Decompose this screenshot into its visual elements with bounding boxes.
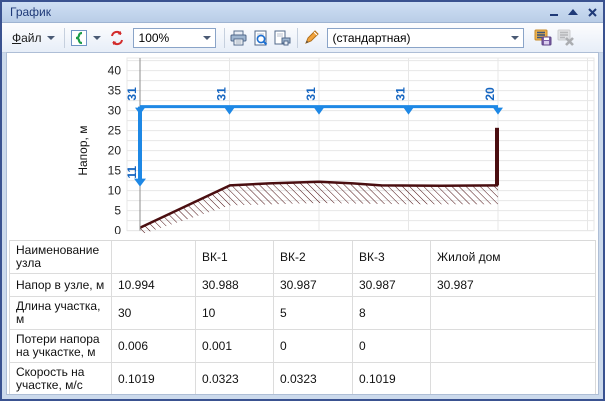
toolbar-separator [297,28,298,48]
table-row: Скорость на участке, м/с0.10190.03230.03… [10,363,595,395]
table-cell [431,363,595,395]
table-cell: ВК-3 [353,241,431,273]
graph-window: График Файл 10 [0,0,605,401]
table-cell: 0.006 [112,330,196,362]
y-tick-label: 35 [108,84,122,98]
shade-icon [568,9,578,15]
file-menu-button[interactable]: Файл [8,29,59,47]
table-cell: 30.987 [274,274,353,296]
row-label: Потери напора на учкастке, м [10,330,112,362]
y-tick-label: 15 [108,164,122,178]
edit-chart-button[interactable] [303,29,321,47]
table-cell: ВК-2 [274,241,353,273]
node-pressure-label: 31 [394,87,408,101]
zoom-dropdown-button[interactable] [200,29,215,47]
row-label: Скорость на участке, м/с [10,363,112,395]
y-tick-label: 0 [114,224,121,234]
printer-icon [230,30,247,46]
chevron-down-icon [511,36,519,40]
table-cell: 30.987 [353,274,431,296]
save-template-button[interactable] [534,29,552,47]
table-cell: 0.1019 [353,363,431,395]
title-bar[interactable]: График [2,2,603,23]
table-cell: 0.1019 [112,363,196,395]
node-pressure-label: 31 [215,87,229,101]
y-tick-label: 25 [108,124,122,138]
table-cell: 0 [353,330,431,362]
chevron-down-icon [203,36,211,40]
table-cell: 30.987 [431,274,595,296]
row-label: Длина участка, м [10,297,112,329]
y-tick-label: 5 [114,204,121,218]
profile-table: Наименование узлаВК-1ВК-2ВК-3Жилой домНа… [9,240,596,395]
chart-canvas: 0510152025303540Напор, м313131312011 [7,53,599,234]
node-pressure-label: 31 [304,87,318,101]
inlet-pressure-label: 11 [125,166,139,179]
template-dropdown-button[interactable] [508,29,523,47]
delete-template-icon [557,29,575,46]
table-cell [431,330,595,362]
table-cell: Жилой дом [431,241,595,273]
template-value: (стандартная) [328,31,508,45]
zoom-combobox[interactable]: 100% [133,28,216,48]
minimize-button[interactable] [546,5,562,19]
table-row: Длина участка, м301058 [10,297,595,330]
table-cell: 0.001 [196,330,274,362]
table-cell: 30.988 [196,274,274,296]
chart-type-button[interactable] [70,29,88,47]
row-label: Напор в узле, м [10,274,112,296]
table-cell: 0.0323 [274,363,353,395]
table-cell [112,241,196,273]
table-cell: 0 [274,330,353,362]
toolbar-separator [224,28,225,48]
table-cell: 10 [196,297,274,329]
y-tick-label: 40 [108,64,122,78]
y-axis-title: Напор, м [76,126,90,176]
file-menu-label: Файл [12,31,42,45]
page-setup-button[interactable] [274,29,292,47]
table-cell [431,297,595,329]
table-cell: 5 [274,297,353,329]
zoom-value: 100% [134,31,200,45]
toolbar-separator [64,28,65,48]
node-pressure-label: 20 [483,87,497,101]
y-tick-label: 30 [108,104,122,118]
pencil-icon [303,29,320,46]
shade-button[interactable] [565,5,581,19]
y-tick-label: 10 [108,184,122,198]
page-setup-icon [274,30,291,46]
table-row: Потери напора на учкастке, м0.0060.00100 [10,330,595,363]
print-button[interactable] [230,29,248,47]
row-label: Наименование узла [10,241,112,273]
refresh-icon [109,30,125,46]
chart-type-icon [71,30,87,46]
table-cell: 10.994 [112,274,196,296]
node-pressure-label: 31 [125,87,139,101]
window-title: График [2,5,546,19]
piezometric-chart[interactable]: 0510152025303540Напор, м313131312011 [7,53,599,234]
y-tick-label: 20 [108,144,122,158]
table-cell: ВК-1 [196,241,274,273]
chevron-down-icon [47,36,55,40]
close-icon [588,8,597,17]
table-cell: 0.0323 [196,363,274,395]
refresh-button[interactable] [108,29,126,47]
save-template-icon [534,29,552,46]
print-preview-button[interactable] [252,29,270,47]
print-preview-icon [253,30,269,46]
table-row: Напор в узле, м10.99430.98830.98730.9873… [10,274,595,297]
table-cell: 8 [353,297,431,329]
chart-panel: 0510152025303540Напор, м313131312011 Наи… [6,52,599,395]
chevron-down-icon[interactable] [93,36,101,40]
toolbar: Файл 100% [2,23,603,53]
close-button[interactable] [584,5,600,19]
table-row: Наименование узла ВК-1ВК-2ВК-3Жилой дом [10,241,595,274]
minimize-icon [550,14,558,16]
delete-template-button[interactable] [557,29,575,47]
template-combobox[interactable]: (стандартная) [327,28,524,48]
inlet-arrow-head-icon [134,179,146,187]
table-cell: 30 [112,297,196,329]
